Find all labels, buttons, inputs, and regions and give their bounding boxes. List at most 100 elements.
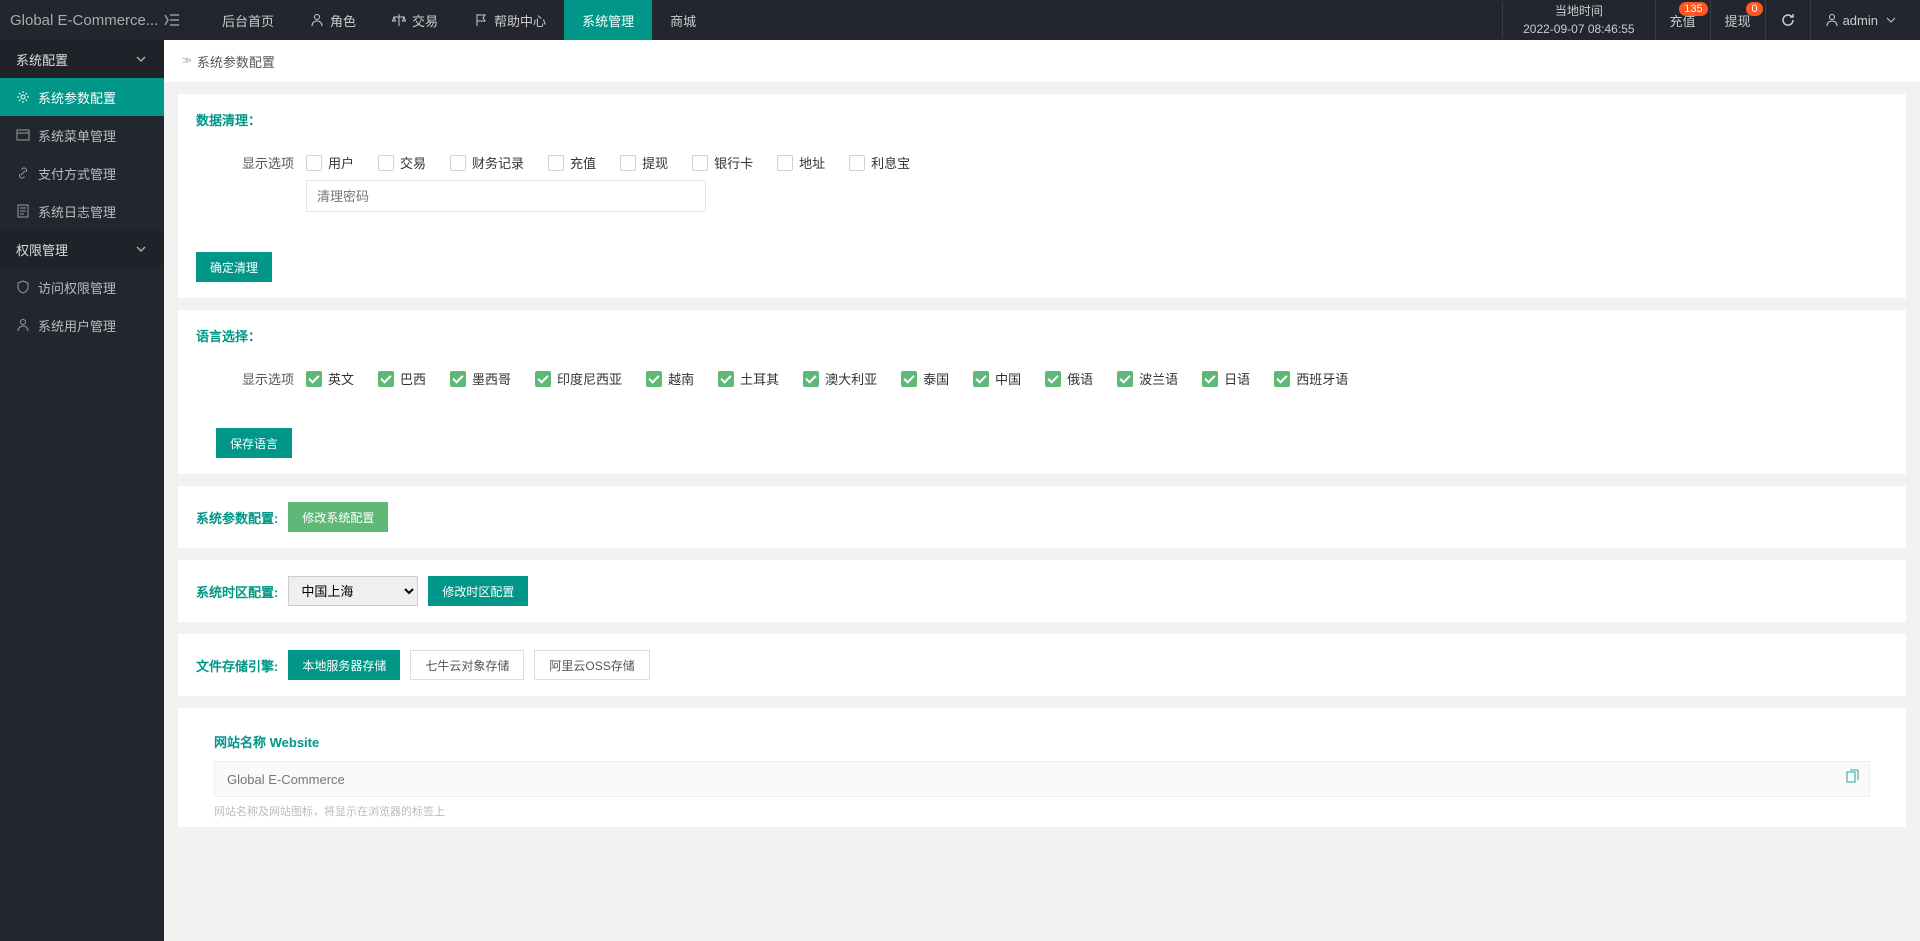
sidebar-item-payment[interactable]: 支付方式管理 [0,154,164,192]
nav-roles[interactable]: 角色 [292,0,374,40]
option-label: 泰国 [923,369,949,388]
nav-help[interactable]: 帮助中心 [456,0,564,40]
lang-option[interactable]: 印度尼西亚 [535,369,622,388]
lang-option[interactable]: 俄语 [1045,369,1093,388]
clean-option[interactable]: 利息宝 [849,153,910,172]
clean-option[interactable]: 银行卡 [692,153,753,172]
card-data-clean: 数据清理： 显示选项 用户交易财务记录充值提现银行卡地址利息宝 确定清理 [178,94,1906,298]
checkbox-checked-icon [1045,371,1061,387]
flag-icon [474,13,488,27]
nav-trade[interactable]: 交易 [374,0,456,40]
checkbox-checked-icon [1274,371,1290,387]
clean-option[interactable]: 提现 [620,153,668,172]
layout: 系统配置 系统参数配置 系统菜单管理 支付方式管理 系统日志管理 权限管理 访问… [0,40,1920,941]
section-title: 系统参数配置: [196,508,278,527]
card-sysparam: 系统参数配置: 修改系统配置 [178,486,1906,548]
website-name-input[interactable] [214,761,1870,797]
sidebar-item-users[interactable]: 系统用户管理 [0,306,164,344]
lang-option[interactable]: 巴西 [378,369,426,388]
option-label: 充值 [570,153,596,172]
sidebar-label: 访问权限管理 [38,278,116,297]
nav-label: 角色 [330,11,356,30]
lang-option[interactable]: 土耳其 [718,369,779,388]
breadcrumb-text: 系统参数配置 [197,52,275,71]
nav-label: 帮助中心 [494,11,546,30]
doc-icon [16,204,30,218]
nav-home[interactable]: 后台首页 [204,0,292,40]
clean-option[interactable]: 用户 [306,153,354,172]
sidebar-label: 系统参数配置 [38,88,116,107]
confirm-clean-button[interactable]: 确定清理 [196,252,272,282]
copy-icon[interactable] [1844,769,1860,785]
lang-option[interactable]: 西班牙语 [1274,369,1348,388]
local-time: 当地时间 2022-09-07 08:46:55 [1502,2,1654,38]
sidebar-group-system[interactable]: 系统配置 [0,40,164,78]
sidebar-label: 系统日志管理 [38,202,116,221]
nav-label: 后台首页 [222,11,274,30]
checkbox-icon [620,155,636,171]
clean-option[interactable]: 地址 [777,153,825,172]
option-label: 西班牙语 [1296,369,1348,388]
clean-option[interactable]: 财务记录 [450,153,524,172]
sidebar-group-permissions[interactable]: 权限管理 [0,230,164,268]
option-label: 墨西哥 [472,369,511,388]
brand-title: Global E-Commerce... [0,12,164,29]
checkbox-icon [378,155,394,171]
checkbox-icon [548,155,564,171]
sidebar-item-params[interactable]: 系统参数配置 [0,78,164,116]
timezone-select[interactable]: 中国上海 [288,576,418,606]
top-header: Global E-Commerce... 后台首页 角色 交易 帮助中心 系统管… [0,0,1920,40]
checkbox-checked-icon [973,371,989,387]
lang-option[interactable]: 墨西哥 [450,369,511,388]
lang-option[interactable]: 泰国 [901,369,949,388]
clean-password-input[interactable] [306,180,706,212]
withdraw-link[interactable]: 提现 0 [1710,0,1765,40]
user-menu[interactable]: admin [1810,0,1920,40]
card-storage: 文件存储引擎: 本地服务器存储 七牛云对象存储 阿里云OSS存储 [178,634,1906,696]
storage-qiniu-button[interactable]: 七牛云对象存储 [410,650,524,680]
checkbox-checked-icon [378,371,394,387]
sidebar-item-menu[interactable]: 系统菜单管理 [0,116,164,154]
user-icon [16,318,30,332]
time-value: 2022-09-07 08:46:55 [1523,20,1634,38]
modify-sysconfig-button[interactable]: 修改系统配置 [288,502,388,532]
lang-option[interactable]: 波兰语 [1117,369,1178,388]
section-title: 系统时区配置: [196,582,278,601]
chevron-down-icon [134,242,148,256]
clean-option[interactable]: 充值 [548,153,596,172]
time-label: 当地时间 [1523,2,1634,20]
nav-label: 系统管理 [582,11,634,30]
checkbox-checked-icon [1202,371,1218,387]
sidebar-item-access[interactable]: 访问权限管理 [0,268,164,306]
option-label: 波兰语 [1139,369,1178,388]
option-label: 提现 [642,153,668,172]
lang-option[interactable]: 越南 [646,369,694,388]
nav-system[interactable]: 系统管理 [564,0,652,40]
menu-collapse-icon [164,12,204,28]
checkbox-checked-icon [306,371,322,387]
lang-option[interactable]: 中国 [973,369,1021,388]
option-label: 俄语 [1067,369,1093,388]
storage-local-button[interactable]: 本地服务器存储 [288,650,400,680]
sidebar: 系统配置 系统参数配置 系统菜单管理 支付方式管理 系统日志管理 权限管理 访问… [0,40,164,941]
nav-mall[interactable]: 商城 [652,0,714,40]
sidebar-toggle[interactable] [164,12,204,28]
sidebar-item-logs[interactable]: 系统日志管理 [0,192,164,230]
recharge-badge: 135 [1679,2,1707,16]
website-helper: 网站名称及网站图标，将显示在浏览器的标签上 [214,803,1870,819]
lang-option[interactable]: 英文 [306,369,354,388]
lang-option[interactable]: 日语 [1202,369,1250,388]
modify-timezone-button[interactable]: 修改时区配置 [428,576,528,606]
section-title: 语言选择： [196,326,1888,345]
refresh-button[interactable] [1765,0,1810,40]
lang-option[interactable]: 澳大利亚 [803,369,877,388]
sidebar-label: 系统用户管理 [38,316,116,335]
main: >> 系统参数配置 数据清理： 显示选项 用户交易财务记录充值提现银行卡地址利息… [164,40,1920,941]
storage-aliyun-button[interactable]: 阿里云OSS存储 [534,650,649,680]
group-label: 系统配置 [16,50,68,69]
save-language-button[interactable]: 保存语言 [216,428,292,458]
recharge-link[interactable]: 充值 135 [1655,0,1710,40]
section-title: 数据清理： [196,110,1888,129]
clean-option[interactable]: 交易 [378,153,426,172]
user-icon [310,13,324,27]
